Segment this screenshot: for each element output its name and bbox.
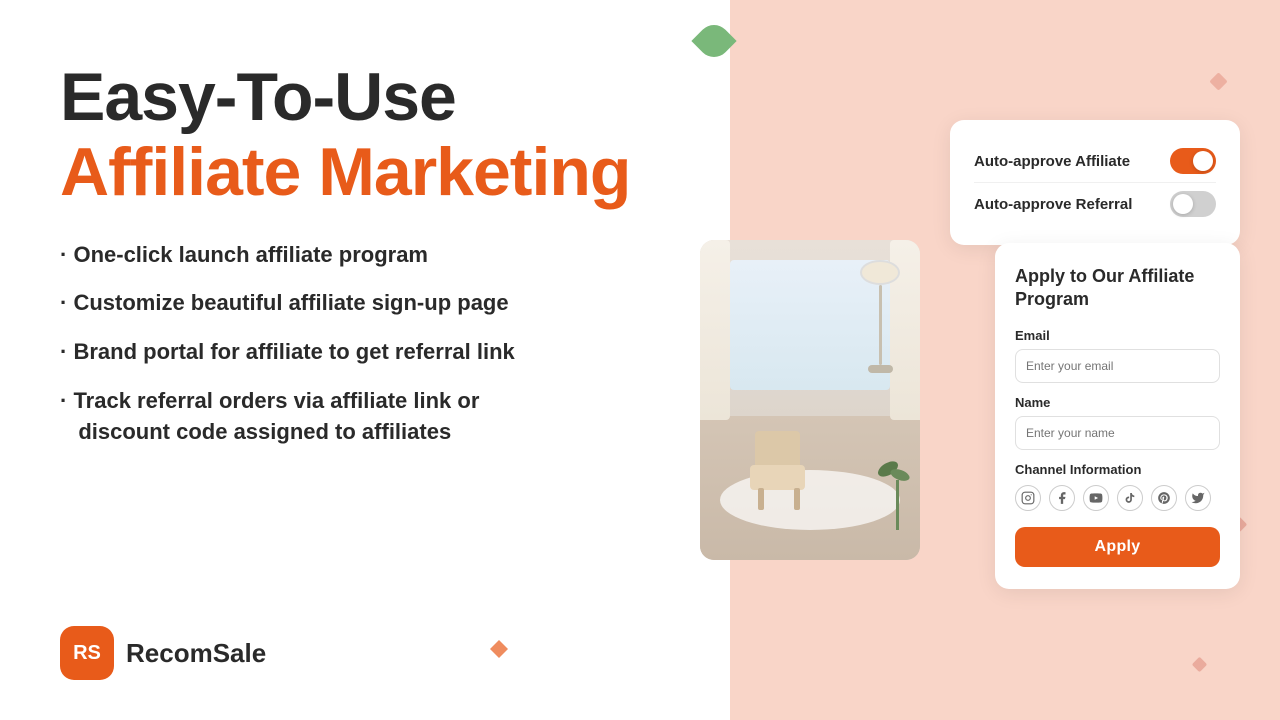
auto-approve-referral-row: Auto-approve Referral	[974, 182, 1216, 225]
headline-line1: Easy-To-Use	[60, 60, 670, 135]
auto-approve-affiliate-toggle[interactable]	[1170, 148, 1216, 174]
email-label: Email	[1015, 328, 1220, 343]
auto-approve-referral-toggle[interactable]	[1170, 191, 1216, 217]
room-image	[700, 240, 920, 560]
leaf-decoration	[698, 25, 730, 57]
instagram-icon[interactable]	[1015, 485, 1041, 511]
logo-block: RS RecomSale	[60, 626, 670, 680]
features-list: One-click launch affiliate program Custo…	[60, 240, 670, 448]
name-label: Name	[1015, 395, 1220, 410]
feature-item-2: Customize beautiful affiliate sign-up pa…	[60, 288, 670, 319]
auto-approve-card: Auto-approve Affiliate Auto-approve Refe…	[950, 120, 1240, 245]
deco-pink-bottom	[1194, 659, 1205, 670]
logo-text: RecomSale	[126, 638, 266, 669]
apply-form-title: Apply to Our Affiliate Program	[1015, 265, 1220, 312]
channel-icons-row	[1015, 485, 1220, 511]
recomsale-logo-icon: RS	[60, 626, 114, 680]
deco-pink-top	[1212, 75, 1225, 88]
youtube-icon[interactable]	[1083, 485, 1109, 511]
tiktok-icon[interactable]	[1117, 485, 1143, 511]
left-section: Easy-To-Use Affiliate Marketing One-clic…	[0, 0, 730, 720]
auto-approve-affiliate-label: Auto-approve Affiliate	[974, 153, 1130, 170]
feature-item-3: Brand portal for affiliate to get referr…	[60, 337, 670, 368]
headline-block: Easy-To-Use Affiliate Marketing	[60, 60, 670, 210]
channel-label: Channel Information	[1015, 462, 1220, 477]
deco-arrow-left	[490, 640, 508, 658]
facebook-icon[interactable]	[1049, 485, 1075, 511]
feature-item-1: One-click launch affiliate program	[60, 240, 670, 271]
twitter-icon[interactable]	[1185, 485, 1211, 511]
feature-item-4: · Track referral orders via affiliate li…	[60, 386, 670, 448]
headline-line2: Affiliate Marketing	[60, 135, 670, 210]
apply-form-card: Apply to Our Affiliate Program Email Nam…	[995, 243, 1240, 589]
pinterest-icon[interactable]	[1151, 485, 1177, 511]
apply-button[interactable]: Apply	[1015, 527, 1220, 567]
name-input[interactable]	[1015, 416, 1220, 450]
auto-approve-affiliate-row: Auto-approve Affiliate	[974, 140, 1216, 182]
email-input[interactable]	[1015, 349, 1220, 383]
auto-approve-referral-label: Auto-approve Referral	[974, 196, 1132, 213]
